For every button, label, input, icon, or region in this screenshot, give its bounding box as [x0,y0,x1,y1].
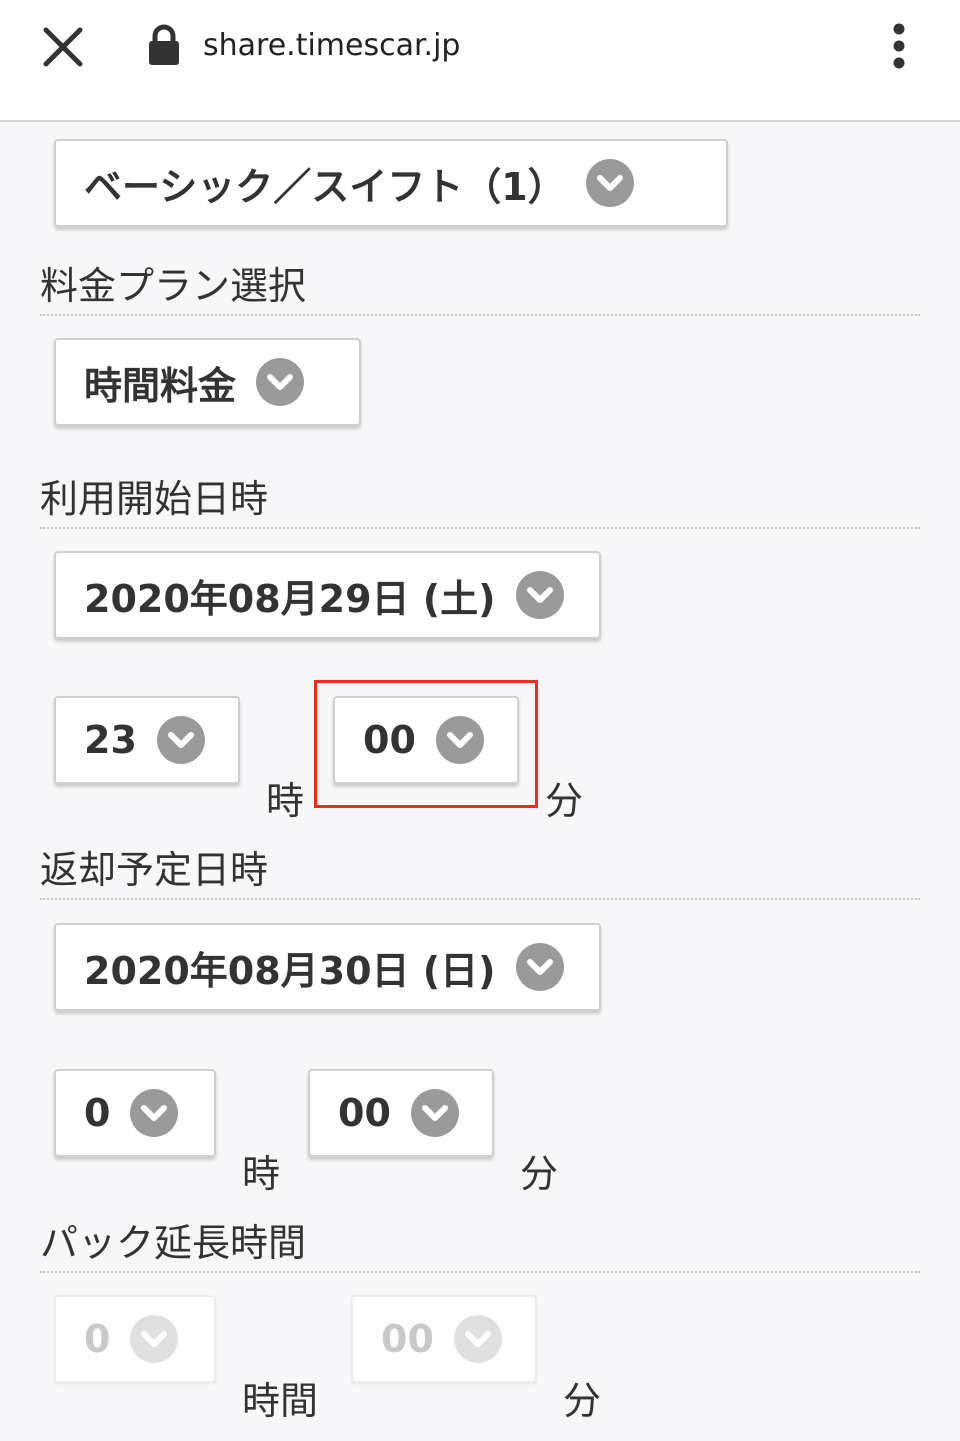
lock-icon [149,24,179,65]
return-hour-unit: 時 [242,1152,281,1196]
pack-hours-select[interactable]: 0 [54,1295,216,1383]
plan-select[interactable]: 時間料金 [54,338,361,426]
return-minute-value: 00 [338,1091,391,1135]
return-hour-value: 0 [84,1091,111,1135]
plan-section-label: 料金プラン選択 [40,262,920,316]
start-hour-select[interactable]: 23 [54,696,240,784]
chevron-down-icon [156,716,205,764]
pack-hours-unit: 時間 [242,1379,319,1423]
start-date-value: 2020年08月29日 (土) [84,576,496,621]
pack-minutes-select[interactable]: 00 [351,1295,537,1383]
chevron-down-icon [515,943,564,991]
close-icon[interactable] [42,26,84,68]
chevron-down-icon [515,571,564,619]
highlight-box [314,680,538,808]
pack-hours-value: 0 [84,1317,111,1361]
car-class-select[interactable]: ベーシック／スイフト（1） [54,139,728,227]
chevron-down-icon [130,1089,179,1137]
pack-minutes-unit: 分 [563,1379,602,1423]
start-hour-unit: 時 [266,779,305,823]
pack-minutes-value: 00 [381,1317,434,1361]
return-date-value: 2020年08月30日 (日) [84,948,496,993]
more-vert-icon[interactable] [886,22,912,70]
address-bar-url[interactable]: share.timescar.jp [203,28,460,63]
chevron-down-icon [453,1315,502,1363]
return-minute-select[interactable]: 00 [308,1069,494,1157]
start-section-label: 利用開始日時 [40,475,920,529]
chevron-down-icon [410,1089,459,1137]
start-hour-value: 23 [84,718,137,762]
browser-toolbar: share.timescar.jp [0,0,960,122]
chevron-down-icon [585,159,634,207]
return-minute-unit: 分 [520,1152,559,1196]
start-minute-unit: 分 [545,779,584,823]
car-class-value: ベーシック／スイフト（1） [84,164,566,209]
return-date-select[interactable]: 2020年08月30日 (日) [54,923,601,1011]
return-hour-select[interactable]: 0 [54,1069,216,1157]
return-section-label: 返却予定日時 [40,846,920,900]
chevron-down-icon [256,358,305,406]
start-date-select[interactable]: 2020年08月29日 (土) [54,551,601,639]
pack-section-label: パック延長時間 [40,1219,920,1273]
plan-value: 時間料金 [84,363,237,408]
chevron-down-icon [130,1315,179,1363]
